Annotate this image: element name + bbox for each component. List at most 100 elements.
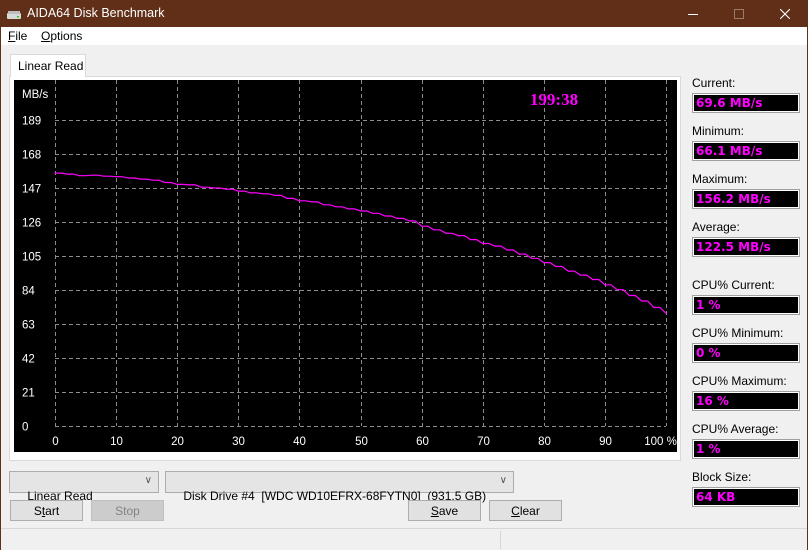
stat-label-minimum: Minimum: xyxy=(692,124,745,138)
accel-key: t xyxy=(41,504,46,518)
data-point xyxy=(225,188,227,190)
data-point xyxy=(396,217,398,219)
data-point xyxy=(201,186,203,188)
x-tick-label: 80 xyxy=(538,436,551,448)
y-tick-label: 0 xyxy=(22,422,28,434)
stat-value-average: 122.5 MB/s xyxy=(692,237,800,257)
data-point xyxy=(567,270,569,272)
data-point xyxy=(335,206,337,208)
data-point xyxy=(555,265,557,268)
data-point xyxy=(262,193,264,195)
close-button[interactable] xyxy=(762,1,808,27)
x-tick-label: 40 xyxy=(293,436,306,448)
data-point xyxy=(298,200,300,202)
y-tick-label: 147 xyxy=(22,184,41,196)
x-tick-label: 100 % xyxy=(644,436,677,448)
x-tick-label: 90 xyxy=(599,436,612,448)
data-point xyxy=(641,300,643,302)
data-point xyxy=(653,306,655,309)
data-point xyxy=(543,262,545,264)
menu-bar: File Options xyxy=(1,27,807,45)
x-tick-label: 30 xyxy=(232,436,245,448)
y-tick-label: 189 xyxy=(22,116,41,128)
stop-button[interactable]: Stop xyxy=(91,500,164,521)
data-point xyxy=(421,225,423,227)
data-point xyxy=(323,204,325,206)
data-point xyxy=(115,176,117,178)
stat-value-cpu-current: 1 % xyxy=(692,295,800,315)
status-divider xyxy=(500,531,501,549)
data-point xyxy=(127,177,129,179)
chart-svg: 0 21 42 63 84 105 126 147 168 189 0 10 20 30 40 50 60 70 8… xyxy=(22,80,677,449)
start-button[interactable]: Start xyxy=(10,500,83,521)
menu-options[interactable]: Options xyxy=(41,29,82,43)
save-button[interactable]: Save xyxy=(408,500,481,521)
data-point xyxy=(139,178,142,180)
data-point xyxy=(665,312,667,314)
chevron-down-icon: ∨ xyxy=(144,475,152,486)
data-point xyxy=(469,239,472,241)
x-tick-label: 70 xyxy=(477,436,490,448)
stop-button-label: Stop xyxy=(115,504,140,518)
y-tick-label: 63 xyxy=(22,320,35,332)
stat-label-average: Average: xyxy=(692,220,740,234)
menu-options-accel: O xyxy=(41,29,51,43)
accel-key: C xyxy=(511,504,520,518)
maximize-icon xyxy=(734,9,744,19)
stat-value-cpu-maximum: 16 % xyxy=(692,391,800,411)
menu-file[interactable]: File xyxy=(8,29,27,43)
data-point xyxy=(494,245,496,247)
disk-drive-icon xyxy=(7,9,21,19)
data-point xyxy=(286,197,288,199)
chevron-down-icon: ∨ xyxy=(499,475,507,486)
clear-button-label: Clear xyxy=(511,504,540,518)
y-tick-label: 126 xyxy=(22,218,41,230)
data-point xyxy=(604,284,606,286)
stat-value-block-size: 64 KB xyxy=(692,487,800,507)
title-bar[interactable]: AIDA64 Disk Benchmark xyxy=(1,1,807,27)
y-tick-label: 105 xyxy=(22,252,41,264)
data-point xyxy=(384,215,386,217)
stat-label-cpu-current: CPU% Current: xyxy=(692,278,775,292)
minimize-button[interactable] xyxy=(670,1,716,27)
tab-linear-read[interactable]: Linear Read xyxy=(10,54,86,77)
data-point xyxy=(616,289,618,291)
data-point xyxy=(457,235,459,237)
data-point xyxy=(54,172,56,174)
data-point xyxy=(164,181,166,184)
data-point xyxy=(445,232,447,234)
drive-select[interactable]: Disk Drive #4 [WDC WD10EFRX-68FYTN0] (93… xyxy=(165,471,514,503)
stat-label-cpu-average: CPU% Average: xyxy=(692,422,779,436)
data-point xyxy=(237,190,239,192)
y-tick-label: 168 xyxy=(22,150,41,162)
stat-value-minimum: 66.1 MB/s xyxy=(692,141,800,161)
close-icon xyxy=(780,9,790,19)
stat-value-current: 69.6 MB/s xyxy=(692,93,800,113)
test-type-select[interactable]: Linear Read ∨ xyxy=(9,471,159,503)
data-point xyxy=(531,257,533,259)
app-window: AIDA64 Disk Benchmark File Options Linea… xyxy=(0,0,808,550)
stat-value-maximum: 156.2 MB/s xyxy=(692,189,800,209)
stat-label-cpu-minimum: CPU% Minimum: xyxy=(692,326,784,340)
data-point xyxy=(66,173,68,175)
data-point xyxy=(213,187,215,189)
save-button-label: Save xyxy=(430,504,459,518)
data-point xyxy=(408,220,410,222)
data-point xyxy=(372,212,374,214)
x-tick-label: 50 xyxy=(355,436,368,448)
status-bar xyxy=(1,528,807,550)
series-line-linear-read xyxy=(55,172,667,314)
chart-series xyxy=(54,172,667,314)
stat-label-block-size: Block Size: xyxy=(692,470,752,484)
chart-grid xyxy=(55,80,667,427)
elapsed-timer: 199:38 xyxy=(530,90,578,109)
data-point xyxy=(78,175,80,177)
data-point xyxy=(103,175,105,177)
chart-tick-labels: 0 21 42 63 84 105 126 147 168 189 0 10 20 30 40 50 60 70 8… xyxy=(22,116,677,449)
clear-button[interactable]: Clear xyxy=(489,500,562,521)
maximize-button[interactable] xyxy=(716,1,762,27)
x-tick-label: 60 xyxy=(416,436,429,448)
menu-file-label: ile xyxy=(15,29,28,43)
data-point xyxy=(518,253,520,255)
data-point xyxy=(249,192,252,194)
